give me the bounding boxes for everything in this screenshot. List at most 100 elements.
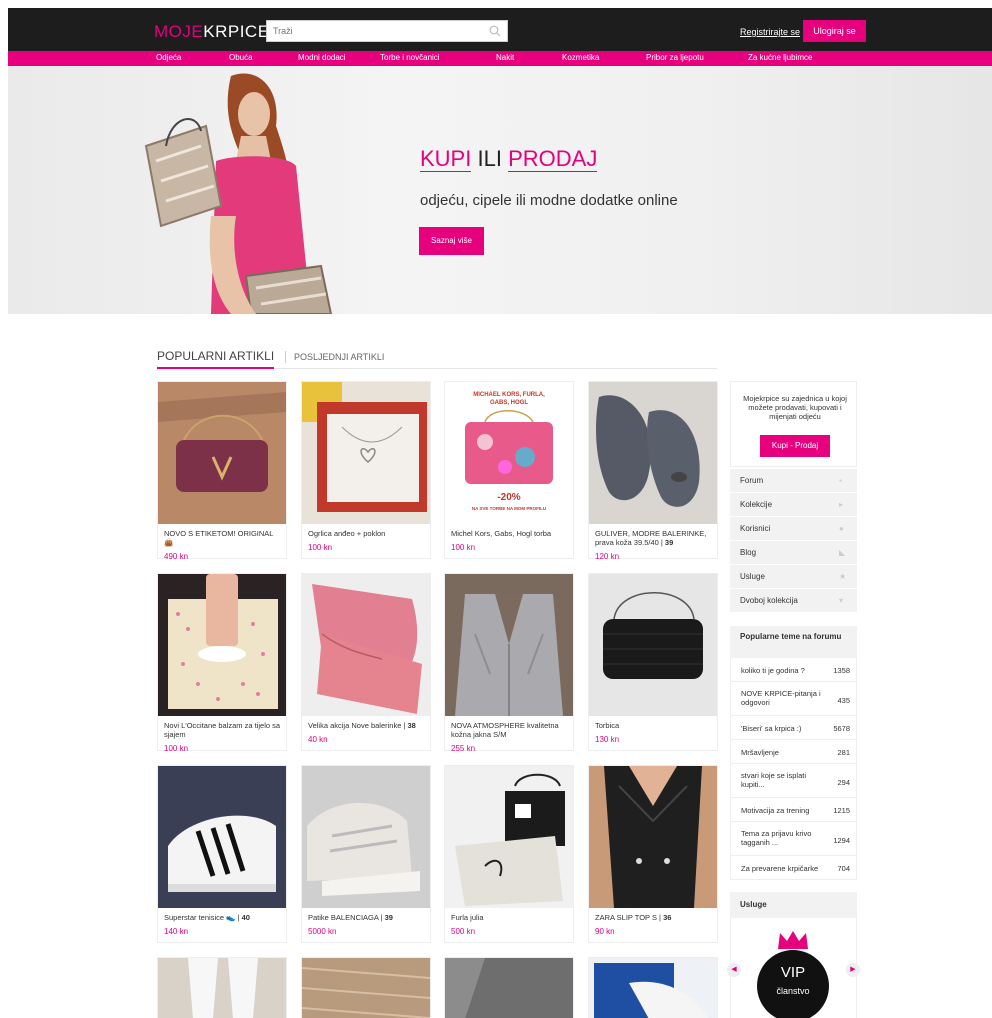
product-title: Velika akcija Nove balerinke | 38: [308, 721, 428, 730]
product-title: Torbica: [595, 721, 620, 730]
forum-topic[interactable]: stvari koje se isplati kupiti... 294: [730, 764, 857, 798]
product-size: 40: [241, 913, 250, 922]
register-link[interactable]: Registrirajte se: [740, 27, 800, 37]
forum-topic[interactable]: koliko ti je godina ? 1358: [730, 658, 857, 682]
sidebar-item-forum[interactable]: Forum ▪: [730, 469, 857, 493]
product-card[interactable]: NOVO S ETIKETOM! ORIGINAL 👜 490 kn: [157, 381, 287, 561]
product-size: 39: [664, 538, 674, 547]
product-title: Novi L'Occitane balzam za tijelo sa sjaj…: [164, 721, 281, 739]
buy-sell-button[interactable]: Kupi - Prodaj: [760, 435, 830, 457]
learn-more-button[interactable]: Saznaj više: [419, 227, 484, 255]
product-image[interactable]: [589, 574, 717, 716]
nav-item-obuca[interactable]: Obuća: [229, 53, 253, 62]
product-card[interactable]: Novi L'Occitane balzam za tijelo sa sjaj…: [157, 573, 287, 753]
product-card[interactable]: Furla julia 500 kn: [444, 765, 574, 943]
forum-topic-title: stvari koje se isplati kupiti...: [741, 771, 807, 789]
product-image[interactable]: [302, 958, 430, 1018]
sidebar-item-usluge[interactable]: Usluge ★: [730, 565, 857, 589]
product-card[interactable]: [301, 957, 431, 1018]
product-image[interactable]: [589, 958, 717, 1018]
nav-item-modni-dodaci[interactable]: Modni dodaci: [298, 53, 346, 62]
search-icon[interactable]: [489, 25, 501, 37]
collection-icon: ▸: [839, 500, 844, 509]
nav-item-torbe[interactable]: Torbe i novčanici: [380, 53, 440, 62]
tab-popular[interactable]: POPULARNI ARTIKLI: [157, 349, 275, 369]
forum-topic[interactable]: 'Biseri' sa krpica :) 5678: [730, 716, 857, 740]
product-card[interactable]: Superstar tenisice 👟 | 40 140 kn: [157, 765, 287, 943]
forum-topic[interactable]: Za prevarene krpičarke 704: [730, 856, 857, 880]
sidebar-item-label: Usluge: [740, 572, 765, 581]
forum-topic-title: NOVE KRPICE-pitanja i odgovori: [741, 689, 821, 707]
hero-subtitle: odjeću, cipele ili modne dodatke online: [420, 192, 678, 209]
forum-topic-count: 704: [837, 864, 850, 873]
product-image[interactable]: [158, 382, 286, 524]
product-title-text: ZARA SLIP TOP S |: [595, 913, 662, 922]
svg-text:MICHAEL KORS, FURLA,: MICHAEL KORS, FURLA,: [473, 392, 545, 398]
product-card[interactable]: [444, 957, 574, 1018]
nav-item-nakit[interactable]: Nakit: [496, 53, 514, 62]
hero-word-prodaj: PRODAJ: [508, 146, 598, 172]
users-icon: ●: [839, 524, 844, 533]
chat-icon: ▪: [839, 476, 842, 485]
product-card[interactable]: Torbica 130 kn: [588, 573, 718, 751]
sidebar-item-label: Korisnici: [740, 524, 771, 533]
product-card[interactable]: ZARA SLIP TOP S | 36 90 kn: [588, 765, 718, 943]
tab-latest[interactable]: POSLJEDNJI ARTIKLI: [294, 352, 384, 362]
forum-topic[interactable]: Motivacija za trening 1215: [730, 798, 857, 822]
product-image[interactable]: [445, 958, 573, 1018]
product-card[interactable]: GULIVER, MODRE BALERINKE, prava koža 39.…: [588, 381, 718, 561]
forum-topic[interactable]: Tema za prijavu krivo tagganih ... 1294: [730, 822, 857, 856]
carousel-next-icon[interactable]: ▶: [846, 963, 860, 977]
product-title: Superstar tenisice 👟 | 40: [164, 913, 284, 922]
nav-item-pribor[interactable]: Pribor za ljepotu: [646, 53, 704, 62]
product-image[interactable]: [445, 574, 573, 716]
forum-topic[interactable]: Mršavljenje 281: [730, 740, 857, 764]
hero-model-image: [144, 73, 333, 314]
forum-topic-title: 'Biseri' sa krpica :): [741, 724, 802, 733]
product-image[interactable]: [302, 382, 430, 524]
product-card[interactable]: Velika akcija Nove balerinke | 38 40 kn: [301, 573, 431, 751]
product-image[interactable]: [158, 958, 286, 1018]
carousel-prev-icon[interactable]: ◀: [727, 963, 741, 977]
product-price: 100 kn: [164, 744, 189, 753]
product-image[interactable]: [158, 574, 286, 716]
product-card[interactable]: [157, 957, 287, 1018]
product-price: 120 kn: [595, 552, 620, 561]
nav-item-ljubimci[interactable]: Za kućne ljubimce: [748, 53, 812, 62]
product-image[interactable]: [302, 766, 430, 908]
login-button[interactable]: Ulogiraj se: [803, 20, 866, 42]
sidebar-item-blog[interactable]: Blog ◣: [730, 541, 857, 565]
sidebar-item-dvoboj[interactable]: Dvoboj kolekcija ▾: [730, 589, 857, 613]
product-price: 100 kn: [451, 543, 476, 552]
product-image[interactable]: MICHAEL KORS, FURLA, GABS, HOGL -20% NA …: [445, 382, 573, 524]
product-card[interactable]: NOVA ATMOSPHERE kvalitetna kožna jakna S…: [444, 573, 574, 753]
product-image[interactable]: [445, 766, 573, 908]
product-title: NOVA ATMOSPHERE kvalitetna kožna jakna S…: [451, 721, 559, 739]
hero-word-kupi: KUPI: [420, 146, 472, 172]
forum-topic-title: Motivacija za trening: [741, 806, 810, 815]
rss-icon: ◣: [839, 548, 846, 557]
nav-item-kozmetika[interactable]: Kozmetika: [562, 53, 599, 62]
forum-topic-count: 435: [837, 696, 850, 705]
product-title-text: Superstar tenisice 👟 |: [164, 913, 240, 922]
sidebar-item-kolekcije[interactable]: Kolekcije ▸: [730, 493, 857, 517]
logo-part-moje: MOJE: [154, 22, 204, 41]
product-image[interactable]: [589, 766, 717, 908]
product-image[interactable]: [302, 574, 430, 716]
site-logo[interactable]: MOJEKRPICE: [154, 22, 270, 42]
vip-subtitle: članstvo: [776, 986, 810, 996]
vip-membership-badge[interactable]: VIP članstvo: [757, 950, 829, 1018]
sidebar-item-korisnici[interactable]: Korisnici ●: [730, 517, 857, 541]
nav-item-odjeca[interactable]: Odjeća: [156, 53, 181, 62]
forum-topic[interactable]: NOVE KRPICE-pitanja i odgovori 435: [730, 682, 857, 716]
search-input[interactable]: [267, 21, 477, 41]
product-card[interactable]: Ogrlica anđeo + poklon 100 kn: [301, 381, 431, 559]
product-price: 40 kn: [308, 735, 328, 744]
forum-topics-list: koliko ti je godina ? 1358 NOVE KRPICE-p…: [730, 658, 857, 880]
product-image[interactable]: [158, 766, 286, 908]
product-card[interactable]: [588, 957, 718, 1018]
forum-topic-count: 5678: [833, 724, 850, 733]
product-card[interactable]: Patike BALENCIAGA | 39 5000 kn: [301, 765, 431, 943]
product-image[interactable]: [589, 382, 717, 524]
product-card[interactable]: MICHAEL KORS, FURLA, GABS, HOGL -20% NA …: [444, 381, 574, 559]
